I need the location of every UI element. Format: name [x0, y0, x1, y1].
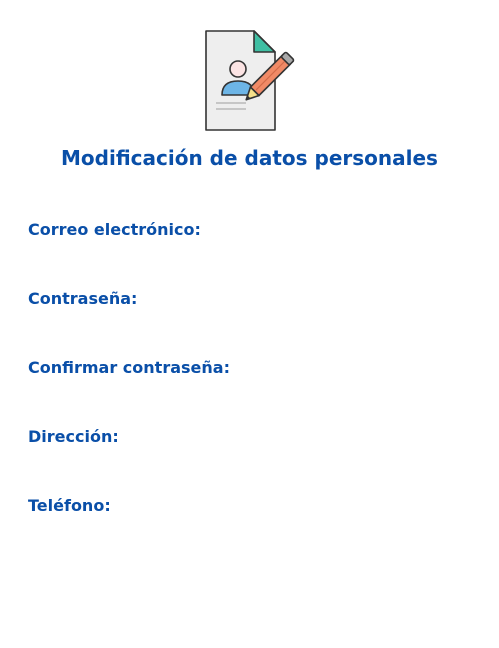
phone-label: Teléfono: [28, 496, 111, 515]
personal-data-form: Correo electrónico: Contraseña: Confirma… [28, 216, 478, 561]
password-label: Contraseña: [28, 289, 138, 308]
address-label: Dirección: [28, 427, 119, 446]
edit-profile-document-icon [200, 28, 300, 134]
email-label: Correo electrónico: [28, 220, 201, 239]
confirm-password-label: Confirmar contraseña: [28, 358, 230, 377]
page-title: Modificación de datos personales [61, 146, 438, 170]
